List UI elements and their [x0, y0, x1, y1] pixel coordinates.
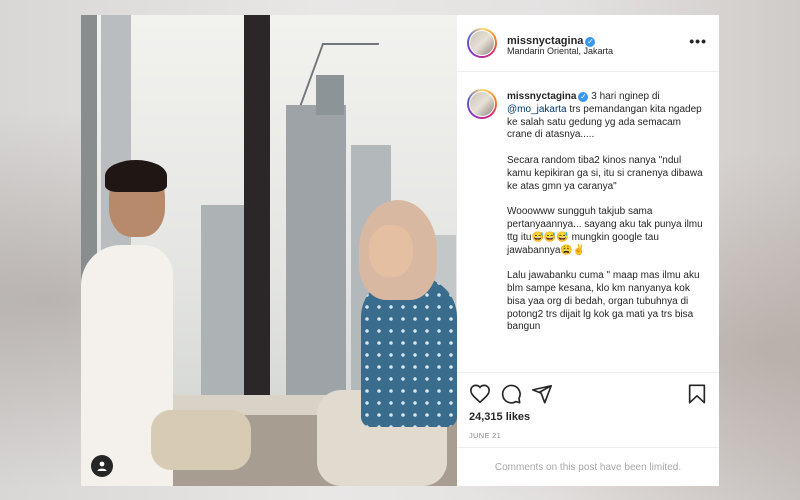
bookmark-icon[interactable]: [686, 383, 708, 405]
post-date: JUNE 21: [469, 431, 502, 440]
woman-face: [369, 225, 413, 277]
more-icon[interactable]: •••: [689, 33, 707, 49]
heart-icon[interactable]: [469, 383, 491, 405]
caption-area: missnyctagina ✓ 3 hari nginep di @mo_jaka…: [457, 72, 719, 372]
man-legs: [151, 410, 251, 470]
user-tag-icon[interactable]: [91, 455, 113, 477]
avatar-image: [469, 91, 495, 117]
post-location[interactable]: Mandarin Oriental, Jakarta: [507, 46, 613, 56]
post-header: missnyctagina ✓ Mandarin Oriental, Jakart…: [457, 15, 719, 72]
comment-icon[interactable]: [500, 383, 522, 405]
caption: missnyctagina ✓ 3 hari nginep di @mo_jaka…: [507, 91, 707, 334]
caption-avatar[interactable]: [467, 89, 497, 119]
building: [201, 205, 246, 395]
post-panel: missnyctagina ✓ Mandarin Oriental, Jakart…: [457, 15, 719, 486]
caption-username[interactable]: missnyctagina: [507, 91, 576, 102]
window-mullion: [244, 15, 270, 415]
comments-limited-notice: Comments on this post have been limited.: [457, 447, 719, 487]
mention-link[interactable]: @mo_jakarta: [507, 104, 567, 115]
share-icon[interactable]: [531, 383, 553, 405]
skyscraper: [286, 105, 346, 395]
man-hair: [105, 160, 167, 192]
caption-body: trs pemandangan kita ngadep ke salah sat…: [507, 103, 703, 333]
user-tag-icon-glyph: [97, 461, 107, 471]
avatar-image: [469, 30, 495, 56]
author-avatar[interactable]: [467, 28, 497, 58]
likes-count[interactable]: 24,315 likes: [469, 411, 530, 423]
verified-badge-icon: ✓: [578, 92, 589, 102]
caption-intro: 3 hari nginep di: [591, 91, 660, 102]
post-photo[interactable]: [81, 15, 457, 486]
